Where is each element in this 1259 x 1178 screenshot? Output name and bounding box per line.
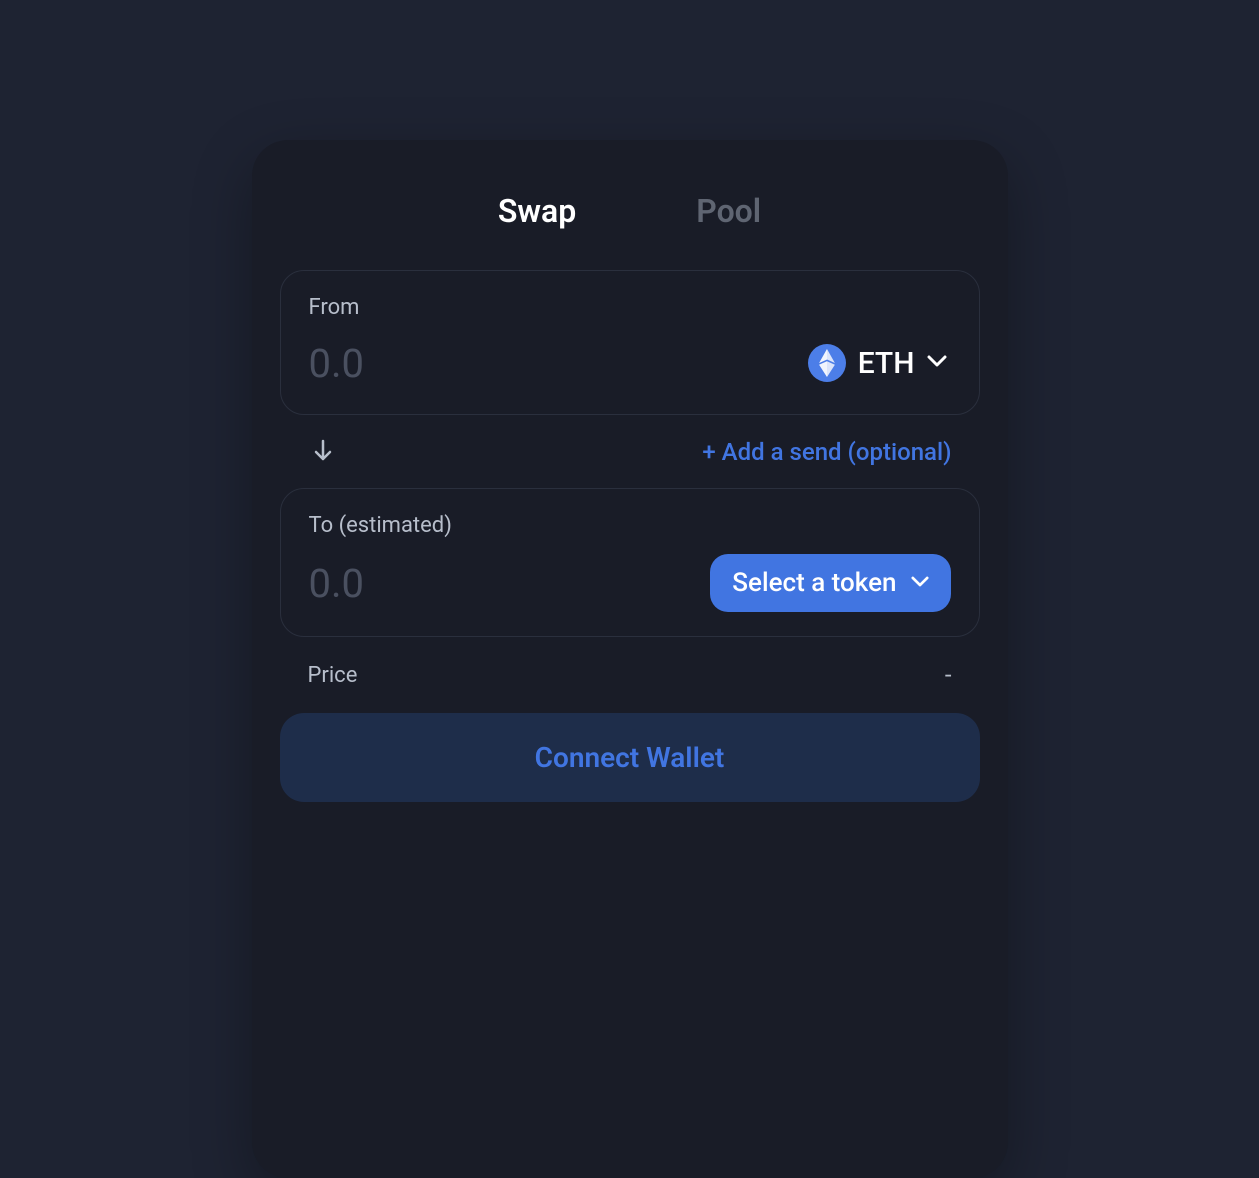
price-value: - — [945, 661, 952, 689]
to-token-selector[interactable]: Select a token — [710, 554, 950, 612]
from-token-symbol: ETH — [858, 346, 915, 381]
to-label: To (estimated) — [309, 513, 951, 538]
middle-row: + Add a send (optional) — [280, 415, 980, 488]
chevron-down-icon — [911, 576, 929, 591]
from-amount-input[interactable] — [309, 340, 630, 387]
swap-card: Swap Pool From ETH — [252, 140, 1008, 1178]
swap-direction-button[interactable] — [308, 435, 338, 468]
from-label: From — [309, 295, 951, 320]
add-send-button[interactable]: + Add a send (optional) — [702, 438, 951, 466]
connect-wallet-button[interactable]: Connect Wallet — [280, 713, 980, 802]
tab-swap[interactable]: Swap — [498, 192, 576, 230]
eth-icon — [808, 344, 846, 382]
chevron-down-icon — [927, 355, 947, 371]
from-panel: From ETH — [280, 270, 980, 415]
tab-pool[interactable]: Pool — [696, 192, 761, 230]
select-token-label: Select a token — [732, 568, 896, 598]
to-input-row: Select a token — [309, 554, 951, 612]
arrow-down-icon — [312, 449, 334, 464]
price-label: Price — [308, 663, 358, 688]
to-panel: To (estimated) Select a token — [280, 488, 980, 637]
tabs-container: Swap Pool — [280, 168, 980, 270]
from-token-selector[interactable]: ETH — [804, 336, 951, 390]
price-row: Price - — [280, 637, 980, 713]
from-input-row: ETH — [309, 336, 951, 390]
to-amount-input[interactable] — [309, 560, 630, 607]
